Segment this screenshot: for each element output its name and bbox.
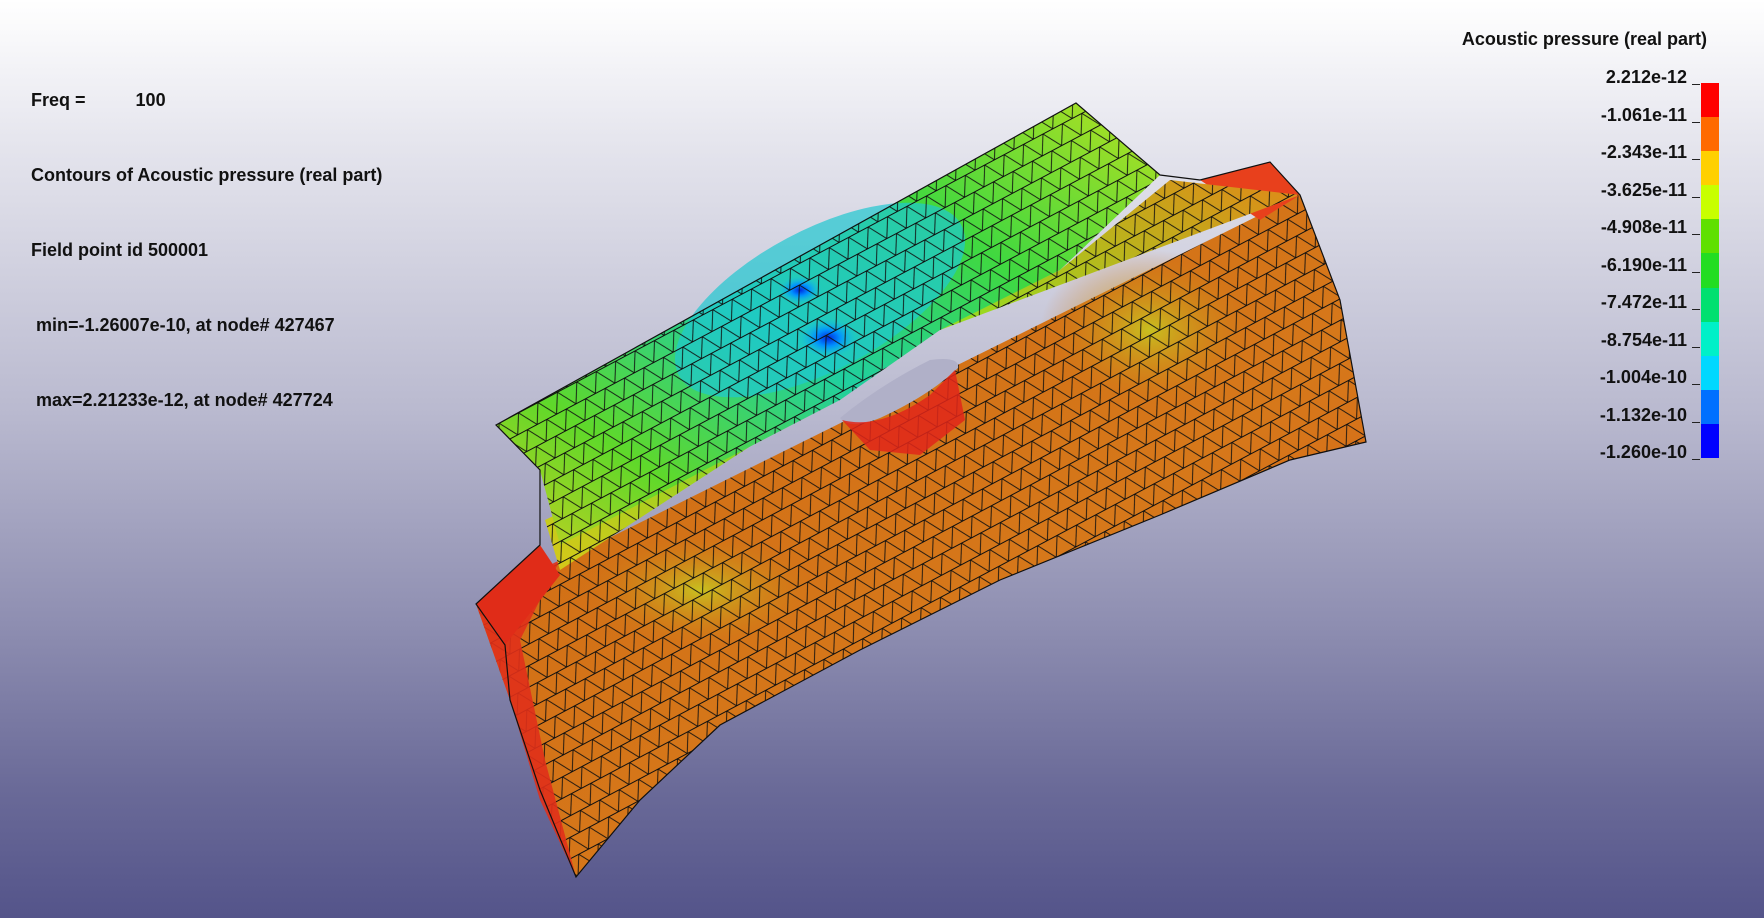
fe-mesh-model[interactable] — [0, 0, 1764, 918]
